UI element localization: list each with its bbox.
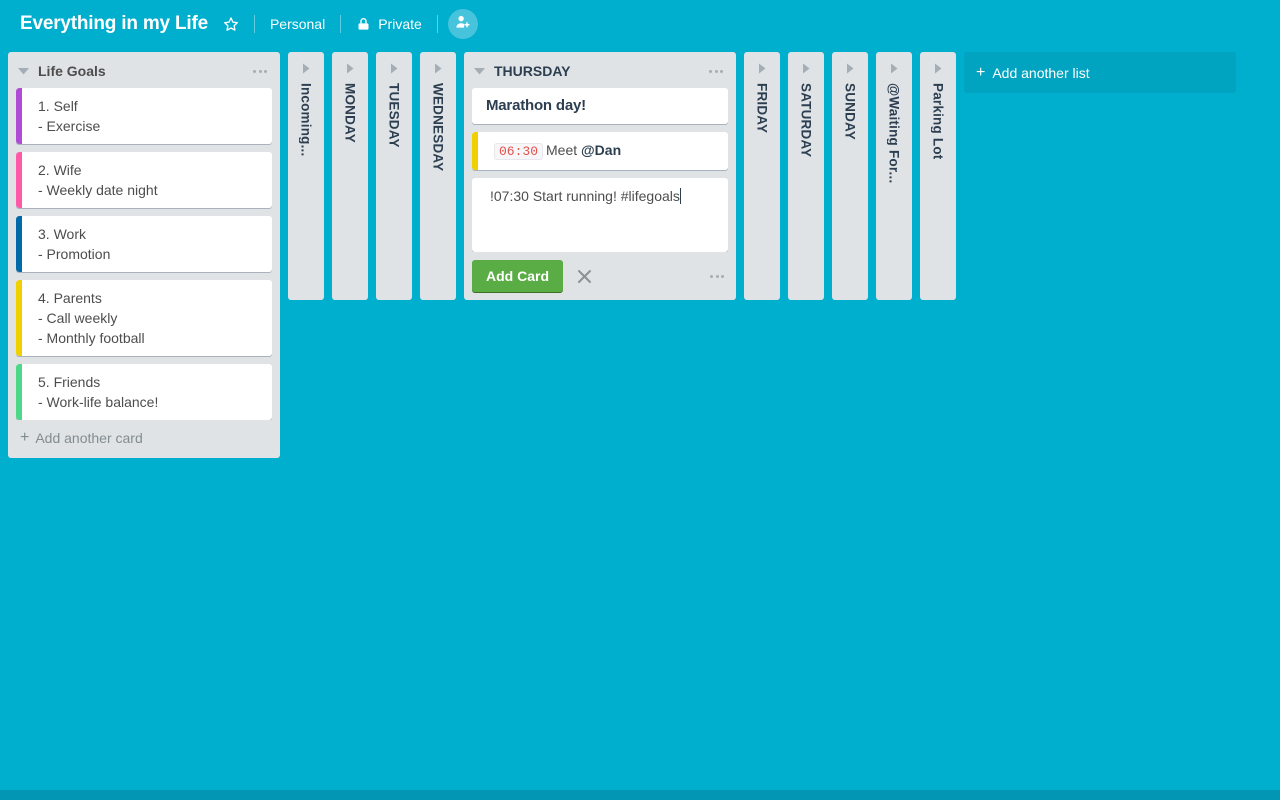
list-collapsed-incoming[interactable]: Incoming... xyxy=(288,52,324,300)
card-line: 3. Work xyxy=(38,226,86,242)
team-button[interactable]: Personal xyxy=(261,10,334,38)
card-time-badge: 06:30 xyxy=(494,143,544,160)
close-icon[interactable] xyxy=(573,265,595,287)
star-board-button[interactable] xyxy=(214,10,248,38)
card-composer-controls: Add Card xyxy=(464,252,736,300)
table-row[interactable]: 5. Friends - Work-life balance! xyxy=(16,364,272,420)
list-collapsed-friday[interactable]: FRIDAY xyxy=(744,52,780,300)
list-header-thursday: THURSDAY xyxy=(464,52,736,88)
team-label: Personal xyxy=(269,16,326,32)
list-title: Parking Lot xyxy=(930,83,946,160)
card-line: - Monthly football xyxy=(38,330,145,346)
card-line: 4. Parents xyxy=(38,290,102,306)
chevron-right-icon[interactable] xyxy=(755,61,769,75)
page-title[interactable]: Everything in my Life xyxy=(14,10,214,39)
card-line: - Exercise xyxy=(38,118,101,134)
add-another-list-button[interactable]: + Add another list xyxy=(964,52,1236,93)
table-row[interactable]: 2. Wife - Weekly date night xyxy=(16,152,272,208)
add-member-icon xyxy=(454,13,472,36)
list-title[interactable]: Life Goals xyxy=(36,63,242,79)
card-color-stripe xyxy=(472,132,478,170)
composer-menu-icon[interactable] xyxy=(706,271,728,282)
card-title: Marathon day! xyxy=(486,97,586,114)
list-title: WEDNESDAY xyxy=(430,83,446,172)
header-divider-3 xyxy=(436,15,438,33)
table-row[interactable]: 4. Parents - Call weekly - Monthly footb… xyxy=(16,280,272,356)
chevron-right-icon[interactable] xyxy=(343,61,357,75)
card-line: - Work-life balance! xyxy=(38,394,159,410)
list-collapsed-wednesday[interactable]: WEDNESDAY xyxy=(420,52,456,300)
add-member-button[interactable] xyxy=(447,9,478,39)
list-title: MONDAY xyxy=(342,83,358,143)
list-header-life-goals: Life Goals xyxy=(8,52,280,88)
plus-icon: + xyxy=(20,429,30,446)
card-composer-value: !07:30 Start running! #lifegoals xyxy=(490,188,680,204)
chevron-right-icon[interactable] xyxy=(387,61,401,75)
list-menu-icon[interactable] xyxy=(704,62,728,80)
table-row[interactable]: 06:30 Meet @Dan xyxy=(472,132,728,170)
chevron-down-icon[interactable] xyxy=(472,64,486,78)
card-color-stripe xyxy=(16,280,22,356)
card-list-life-goals: 1. Self - Exercise 2. Wife - Weekly date… xyxy=(8,88,280,420)
chevron-right-icon[interactable] xyxy=(431,61,445,75)
card-text: Meet xyxy=(546,142,582,158)
card-color-stripe xyxy=(16,216,22,272)
list-title: @Waiting For... xyxy=(886,83,902,184)
chevron-right-icon[interactable] xyxy=(843,61,857,75)
card-color-stripe xyxy=(16,88,22,144)
card-composer-textarea[interactable]: !07:30 Start running! #lifegoals xyxy=(472,178,728,252)
card-color-stripe xyxy=(16,364,22,420)
list-title: TUESDAY xyxy=(386,83,402,148)
card-list-thursday: Marathon day! 06:30 Meet @Dan !07:30 Star… xyxy=(464,88,736,252)
list-title[interactable]: THURSDAY xyxy=(492,63,698,79)
header-divider-2 xyxy=(340,15,342,33)
chevron-right-icon[interactable] xyxy=(299,61,313,75)
lock-icon xyxy=(356,16,371,32)
table-row[interactable]: 1. Self - Exercise xyxy=(16,88,272,144)
board-canvas: Life Goals 1. Self - Exercise 2. Wife - … xyxy=(0,48,1280,800)
card-line: - Promotion xyxy=(38,246,111,262)
add-another-list-label: Add another list xyxy=(992,64,1090,81)
list-collapsed-monday[interactable]: MONDAY xyxy=(332,52,368,300)
card-line: 2. Wife xyxy=(38,162,82,178)
text-cursor xyxy=(679,188,681,204)
list-title: FRIDAY xyxy=(754,83,770,134)
chevron-down-icon[interactable] xyxy=(16,64,30,78)
list-life-goals: Life Goals 1. Self - Exercise 2. Wife - … xyxy=(8,52,280,458)
card-color-stripe xyxy=(16,152,22,208)
visibility-label: Private xyxy=(378,16,422,32)
list-collapsed-parking-lot[interactable]: Parking Lot xyxy=(920,52,956,300)
list-collapsed-waiting-for[interactable]: @Waiting For... xyxy=(876,52,912,300)
card-line: 5. Friends xyxy=(38,374,101,390)
star-icon xyxy=(223,16,239,32)
list-menu-icon[interactable] xyxy=(248,62,272,80)
horizontal-scrollbar[interactable] xyxy=(0,790,1280,800)
card-line: - Weekly date night xyxy=(38,182,158,198)
list-title: SATURDAY xyxy=(798,83,814,158)
add-another-card-label: Add another card xyxy=(35,430,143,446)
card-line: 1. Self xyxy=(38,98,78,114)
card-mention: @Dan xyxy=(581,142,622,158)
header-divider-1 xyxy=(253,15,255,33)
list-title: SUNDAY xyxy=(842,83,858,140)
plus-icon: + xyxy=(976,63,986,81)
add-another-card-button[interactable]: + Add another card xyxy=(8,420,280,458)
list-title: Incoming... xyxy=(298,83,314,157)
chevron-right-icon[interactable] xyxy=(799,61,813,75)
board-header: Everything in my Life Personal Private xyxy=(0,0,1280,48)
chevron-right-icon[interactable] xyxy=(887,61,901,75)
table-row[interactable]: Marathon day! xyxy=(472,88,728,124)
list-collapsed-sunday[interactable]: SUNDAY xyxy=(832,52,868,300)
visibility-button[interactable]: Private xyxy=(347,10,431,38)
list-collapsed-saturday[interactable]: SATURDAY xyxy=(788,52,824,300)
list-collapsed-tuesday[interactable]: TUESDAY xyxy=(376,52,412,300)
card-line: - Call weekly xyxy=(38,310,118,326)
add-card-button[interactable]: Add Card xyxy=(472,260,563,292)
chevron-right-icon[interactable] xyxy=(931,61,945,75)
table-row[interactable]: 3. Work - Promotion xyxy=(16,216,272,272)
list-thursday: THURSDAY Marathon day! 06:30 Meet @Dan !0… xyxy=(464,52,736,300)
